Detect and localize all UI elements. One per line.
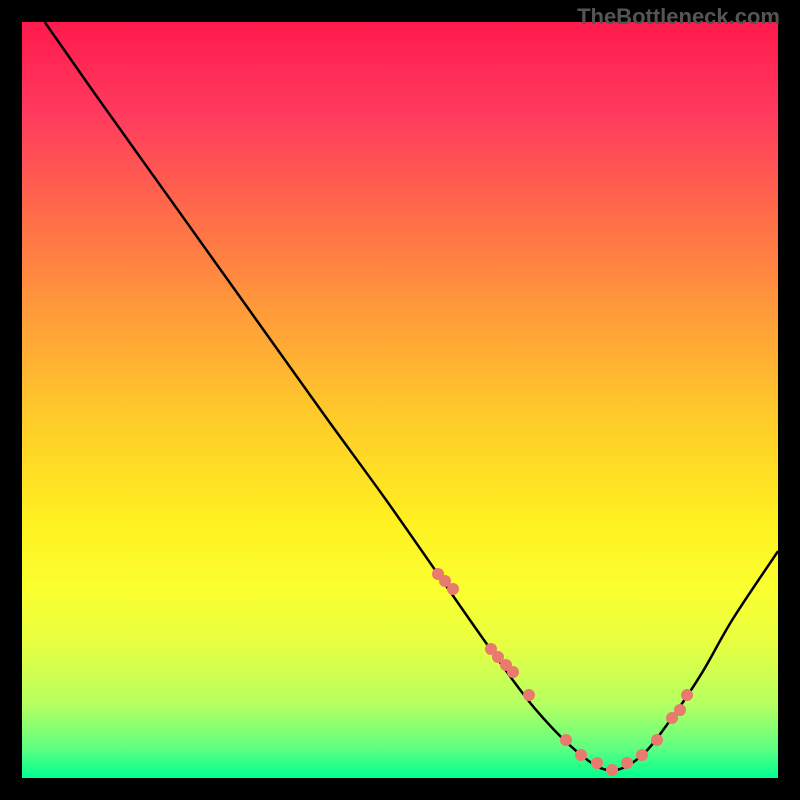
data-point-marker (560, 734, 572, 746)
data-point-marker (591, 757, 603, 769)
chart-plot-area (22, 22, 778, 778)
bottleneck-curve (22, 22, 778, 778)
data-point-marker (636, 749, 648, 761)
data-point-marker (674, 704, 686, 716)
data-point-marker (651, 734, 663, 746)
watermark-text: TheBottleneck.com (577, 4, 780, 30)
data-point-marker (575, 749, 587, 761)
data-point-marker (523, 689, 535, 701)
data-point-marker (507, 666, 519, 678)
data-point-marker (621, 757, 633, 769)
data-point-marker (606, 764, 618, 776)
data-point-marker (681, 689, 693, 701)
data-point-marker (447, 583, 459, 595)
